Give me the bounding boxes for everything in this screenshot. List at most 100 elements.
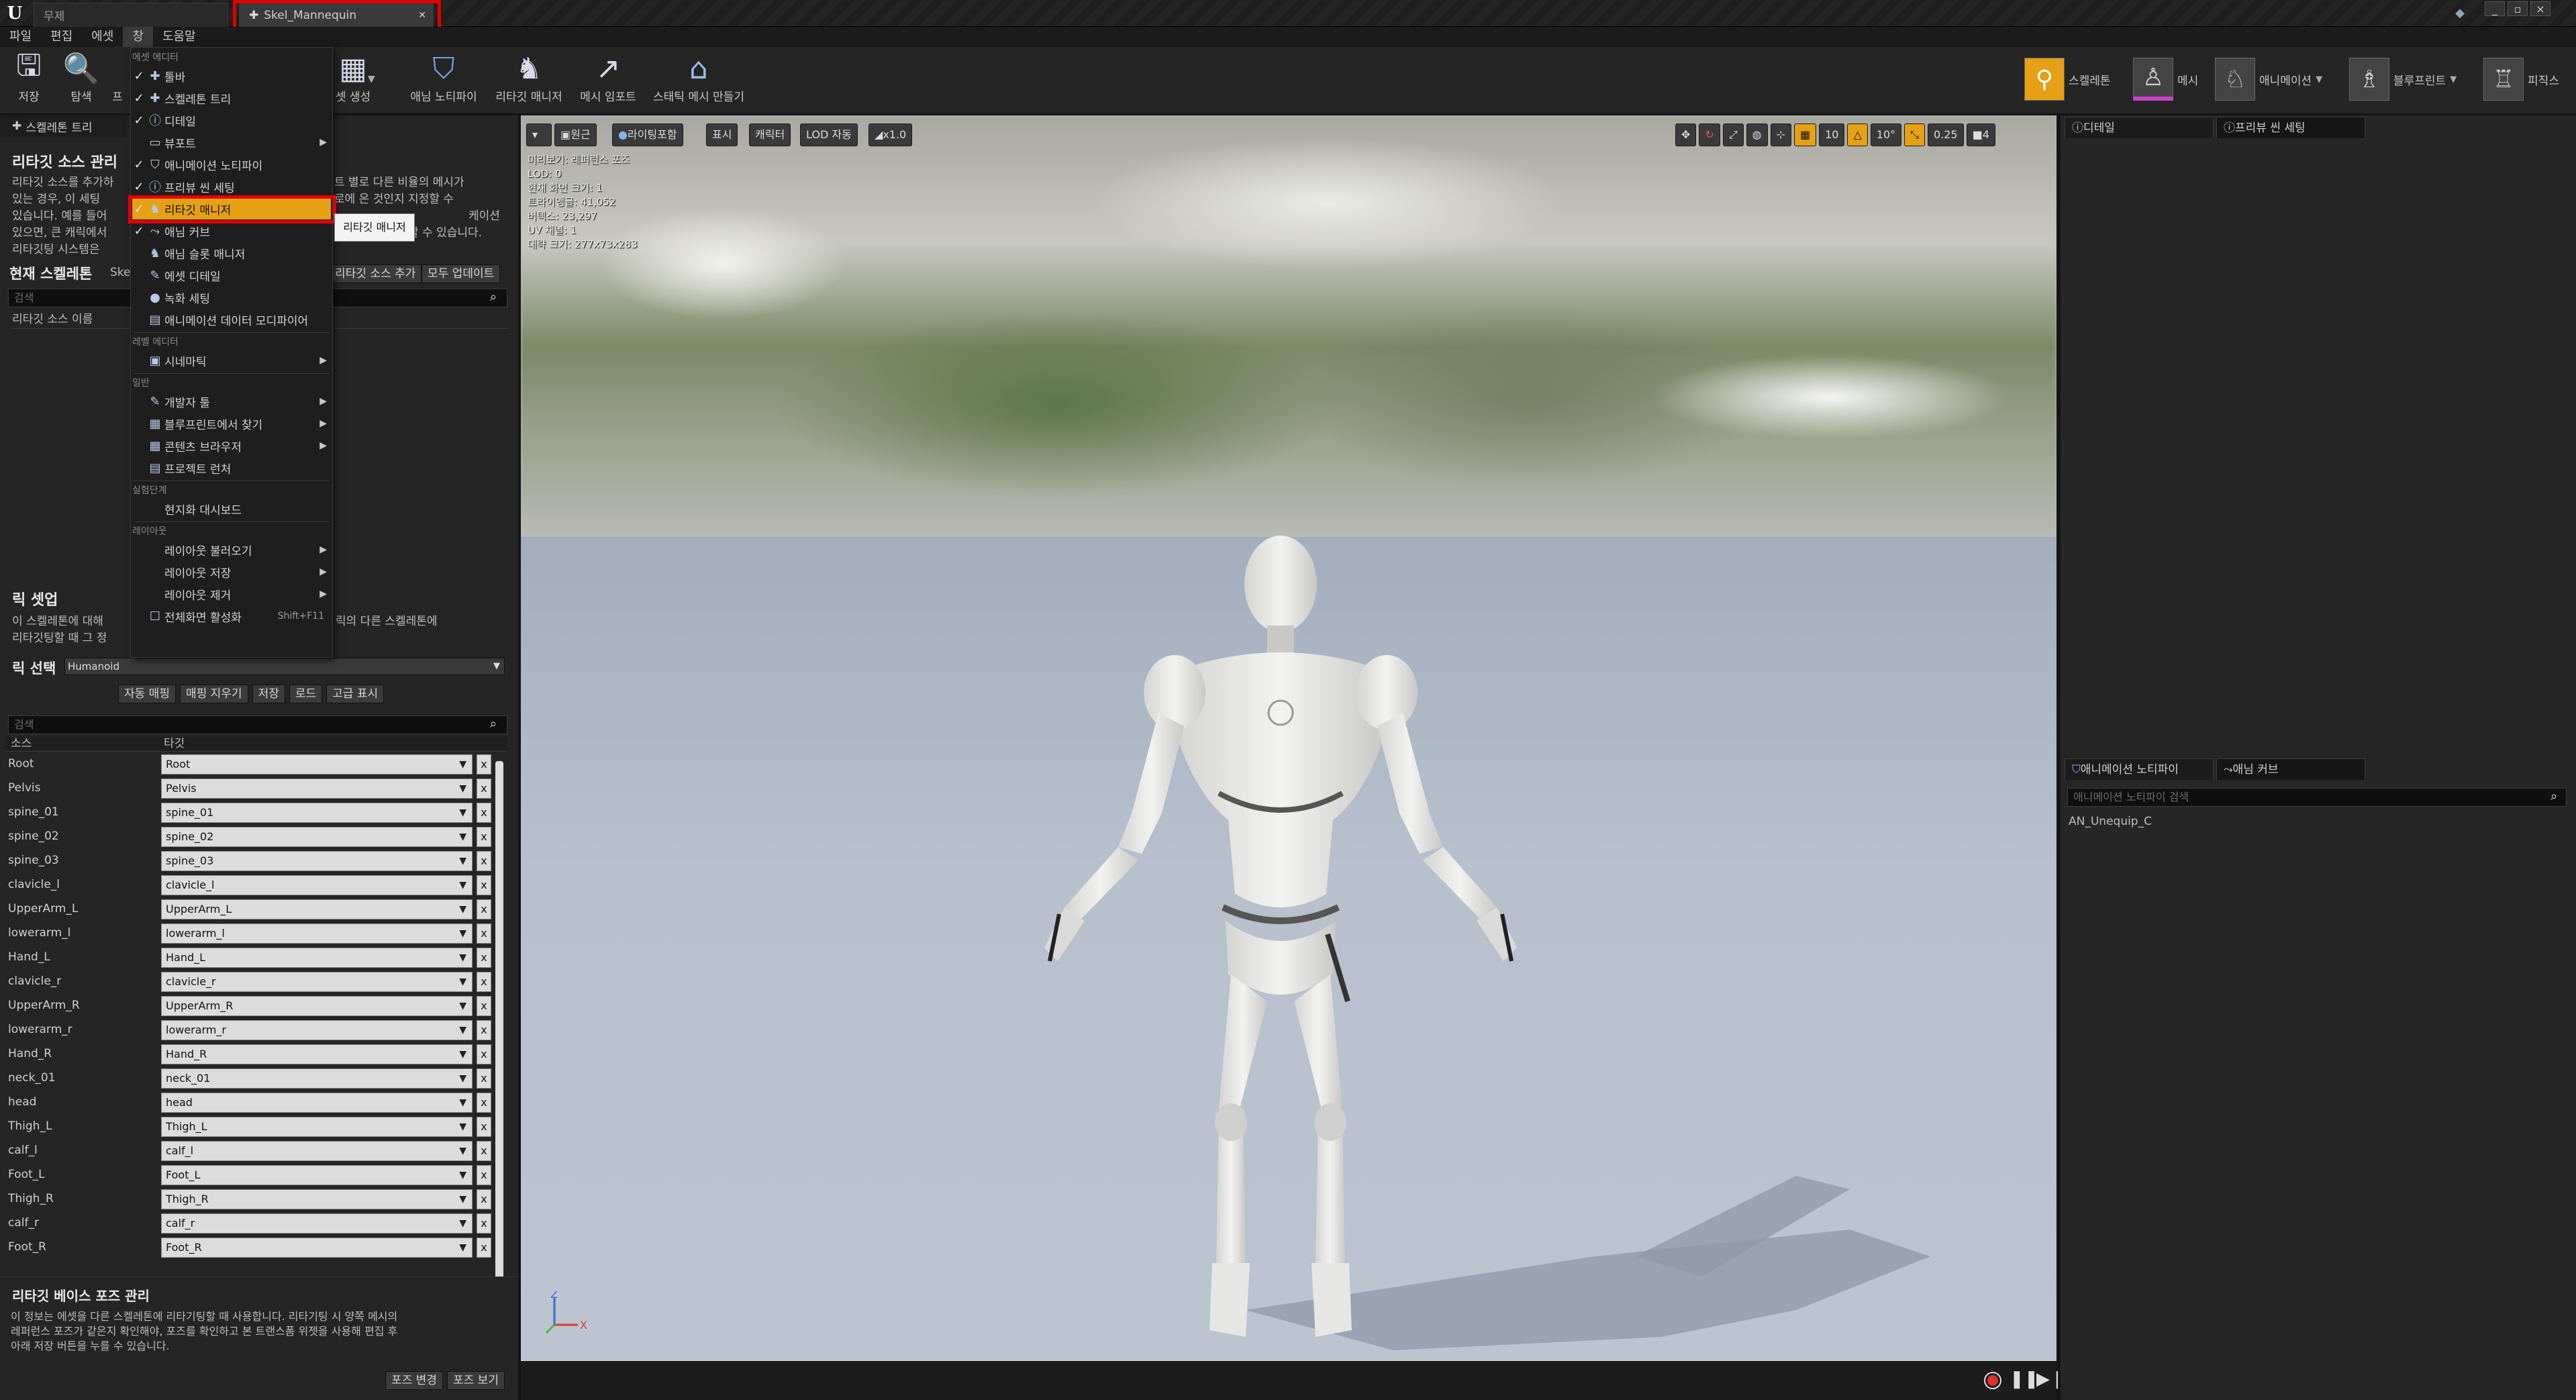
rig-target-dropdown[interactable]: spine_01 <box>161 803 473 823</box>
rig-target-dropdown[interactable]: Root <box>161 754 473 774</box>
menu-item[interactable]: ✓ ⓘ 프리뷰 씬 세팅 <box>132 176 331 197</box>
load-rig-button[interactable]: 로드 <box>289 685 323 703</box>
clear-mapping-x-button[interactable]: x <box>477 1189 491 1209</box>
menu-item[interactable]: 레이아웃 제거 ▶ <box>132 583 331 605</box>
scale-snap-toggle[interactable]: ⤡ <box>1904 123 1925 146</box>
mode-physics-button[interactable]: ♖ 피직스 <box>2483 56 2559 102</box>
rig-target-dropdown[interactable]: Thigh_L <box>161 1117 473 1137</box>
translate-tool-button[interactable]: ✥ <box>1675 123 1697 146</box>
clear-mapping-x-button[interactable]: x <box>477 875 491 895</box>
menu-item[interactable]: ● 녹화 세팅 <box>132 287 331 308</box>
rig-target-dropdown[interactable]: Hand_L <box>161 948 473 968</box>
menu-item[interactable]: ▦ 블루프린트에서 찾기 ▶ <box>132 413 331 434</box>
clear-mapping-x-button[interactable]: x <box>477 899 491 919</box>
clear-mapping-x-button[interactable]: x <box>477 754 491 774</box>
scale-tool-button[interactable]: ⤢ <box>1722 123 1744 146</box>
menu-item[interactable]: ▤ 애니메이션 데이터 모디파이어 <box>132 309 331 330</box>
save-button[interactable]: 🖫 저장 <box>5 48 52 111</box>
chevron-down-icon[interactable]: ▼ <box>2316 74 2322 85</box>
mesh-import-button[interactable]: ↗ 메시 임포트 <box>575 50 642 111</box>
show-advanced-button[interactable]: 고급 표시 <box>326 685 385 703</box>
clear-mapping-x-button[interactable]: x <box>477 948 491 968</box>
rig-target-dropdown[interactable]: head <box>161 1093 473 1113</box>
clear-mapping-x-button[interactable]: x <box>477 1020 491 1040</box>
rotate-tool-button[interactable]: ↻ <box>1699 123 1720 146</box>
clear-mapping-x-button[interactable]: x <box>477 1141 491 1161</box>
clear-mapping-x-button[interactable]: x <box>477 996 491 1016</box>
record-button[interactable] <box>1984 1372 2001 1389</box>
minimize-button[interactable]: _ <box>2485 1 2505 16</box>
rig-target-dropdown[interactable]: Thigh_R <box>161 1189 473 1209</box>
rig-target-dropdown[interactable]: calf_l <box>161 1141 473 1161</box>
close-icon[interactable]: ✕ <box>418 10 426 21</box>
surface-snap-button[interactable]: ⊹ <box>1770 123 1791 146</box>
mode-blueprint-button[interactable]: ♗ 블루프린트 ▼ <box>2349 56 2457 102</box>
modify-pose-button[interactable]: 포즈 변경 <box>385 1371 443 1390</box>
rig-target-dropdown[interactable]: neck_01 <box>161 1068 473 1089</box>
clear-mapping-x-button[interactable]: x <box>477 1165 491 1185</box>
menu-item[interactable]: ✓ ♞ 리타깃 매니저 <box>132 198 331 219</box>
menu-item[interactable]: ✓ ⛉ 애니메이션 노티파이 <box>132 154 331 175</box>
rig-target-dropdown[interactable]: clavicle_r <box>161 972 473 992</box>
save-rig-button[interactable]: 저장 <box>252 685 285 703</box>
menu-item[interactable]: ♞ 애님 슬롯 매니저 <box>132 242 331 264</box>
menu-item[interactable]: ▭ 뷰포트 ▶ <box>132 132 331 153</box>
tab-untitled[interactable]: 무제 <box>34 3 228 27</box>
make-static-mesh-button[interactable]: ⌂ 스태틱 메시 만들기 <box>648 50 749 111</box>
camera-speed-button[interactable]: ■ 4 <box>1966 123 1995 146</box>
rig-select-dropdown[interactable]: Humanoid ▼ <box>64 658 505 675</box>
menu-window[interactable]: 창 <box>123 27 153 47</box>
clear-mapping-x-button[interactable]: x <box>477 1068 491 1089</box>
notify-search-input[interactable]: 애니메이션 노티파이 검색 <box>2067 788 2567 807</box>
clear-mapping-x-button[interactable]: x <box>477 1213 491 1234</box>
lod-button[interactable]: LOD 자동 <box>800 123 858 146</box>
anim-notify-button[interactable]: ⛉ 애님 노티파이 <box>407 50 481 111</box>
mode-skeleton-button[interactable]: ⚲ 스켈레톤 <box>2024 56 2111 102</box>
clear-mapping-x-button[interactable]: x <box>477 1044 491 1064</box>
rig-scrollbar[interactable] <box>495 761 503 1358</box>
character-button[interactable]: 캐릭터 <box>749 123 791 146</box>
browse-button[interactable]: 🔍 탐색 <box>58 50 105 111</box>
add-retarget-source-button[interactable]: 리타깃 소스 추가 <box>329 264 422 283</box>
menu-item[interactable]: 레이아웃 불러오기 ▶ <box>132 539 331 560</box>
maximize-button[interactable]: ▫ <box>2508 1 2528 16</box>
rig-target-dropdown[interactable]: Hand_R <box>161 1044 473 1064</box>
clear-mapping-x-button[interactable]: x <box>477 1117 491 1137</box>
clear-mapping-x-button[interactable]: x <box>477 1093 491 1113</box>
mode-mesh-button[interactable]: ♙ 메시 <box>2133 56 2198 102</box>
world-local-button[interactable]: ◍ <box>1746 123 1768 146</box>
menu-item[interactable]: ☐ 전체화면 활성화 Shift+F11 <box>132 605 331 627</box>
viewport-options-button[interactable]: ▾ <box>526 123 552 146</box>
clear-mapping-x-button[interactable]: x <box>477 923 491 944</box>
menu-item[interactable]: ✎ 개발자 툴 ▶ <box>132 391 331 412</box>
tab-anim-curves[interactable]: ⤳ 애님 커브 <box>2216 758 2365 780</box>
pause-icon[interactable]: ❚❚ <box>2010 1369 2039 1389</box>
show-button[interactable]: 표시 <box>706 123 738 146</box>
notification-icon[interactable]: ◆ <box>2451 4 2469 21</box>
clear-mapping-x-button[interactable]: x <box>477 827 491 847</box>
scale-snap-value[interactable]: 0.25 <box>1927 123 1964 146</box>
tab-skel-mannequin[interactable]: ✚ Skel_Mannequin ✕ <box>239 3 434 27</box>
menu-edit[interactable]: 편집 <box>41 27 82 47</box>
rig-target-dropdown[interactable]: Pelvis <box>161 779 473 799</box>
rig-target-dropdown[interactable]: Foot_R <box>161 1238 473 1258</box>
rig-target-dropdown[interactable]: lowerarm_l <box>161 923 473 944</box>
rig-target-dropdown[interactable]: calf_r <box>161 1213 473 1234</box>
menu-item[interactable]: 레이아웃 저장 ▶ <box>132 561 331 583</box>
tab-anim-notifies[interactable]: ⛉ 애니메이션 노티파이 <box>2065 758 2214 780</box>
notify-list-item[interactable]: AN_Unequip_C <box>2069 813 2152 830</box>
clear-mapping-button[interactable]: 매핑 지우기 <box>179 685 248 703</box>
menu-item[interactable]: ✓ ⤳ 애님 커브 <box>132 220 331 242</box>
rig-target-dropdown[interactable]: spine_03 <box>161 851 473 871</box>
menu-item[interactable]: ▦ 콘텐츠 브라우저 ▶ <box>132 435 331 456</box>
rig-target-dropdown[interactable]: UpperArm_R <box>161 996 473 1016</box>
preview-button[interactable]: 프 <box>107 50 128 111</box>
lighting-mode-button[interactable]: ● 라이팅포함 <box>612 123 683 146</box>
rig-target-dropdown[interactable]: lowerarm_r <box>161 1020 473 1040</box>
auto-map-button[interactable]: 자동 매핑 <box>118 685 176 703</box>
tab-preview-scene-settings[interactable]: ⓘ 프리뷰 씬 세팅 <box>2216 117 2365 138</box>
mannequin-character[interactable] <box>1018 532 1541 1357</box>
menu-asset[interactable]: 에셋 <box>82 27 123 47</box>
rig-target-dropdown[interactable]: Foot_L <box>161 1165 473 1185</box>
menu-item[interactable]: ✎ 에셋 디테일 <box>132 264 331 286</box>
